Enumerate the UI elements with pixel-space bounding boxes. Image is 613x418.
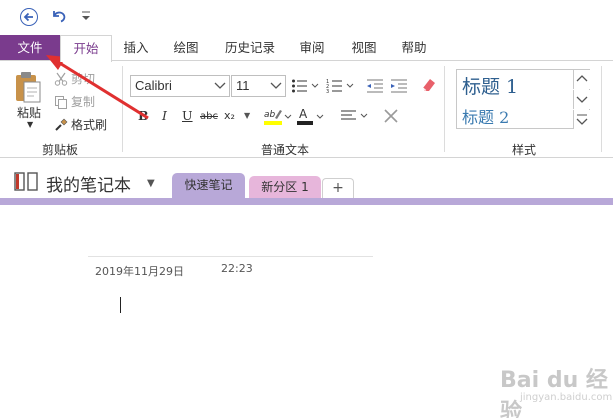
tab-home[interactable]: 开始 [60,35,112,62]
annotation-arrow [46,55,149,120]
